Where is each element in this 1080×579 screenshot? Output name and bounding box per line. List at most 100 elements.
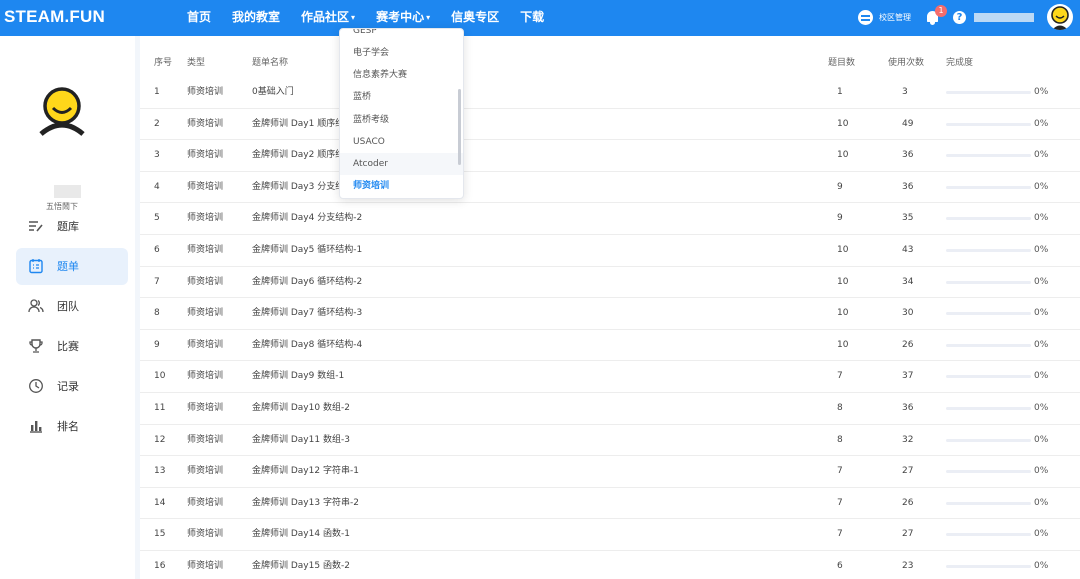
row-type: 师资培训: [187, 245, 224, 255]
table-row[interactable]: 5 师资培训 金牌师训 Day4 分支结构-2 9 35 0%: [140, 203, 1080, 235]
progress-bar: [946, 91, 1031, 94]
table-row[interactable]: 16 师资培训 金牌师训 Day15 函数-2 6 23 0%: [140, 551, 1080, 579]
row-uses: 26: [902, 497, 914, 508]
table-row[interactable]: 6 师资培训 金牌师训 Day5 循环结构-1 10 43 0%: [140, 235, 1080, 267]
row-name[interactable]: 金牌师训 Day9 数组-1: [252, 361, 344, 392]
dropdown-scrollbar[interactable]: [458, 89, 461, 165]
row-type: 师资培训: [187, 371, 224, 382]
row-uses: 36: [902, 403, 914, 413]
row-name[interactable]: 金牌师训 Day4 分支结构-2: [252, 203, 362, 234]
campus-manage-link[interactable]: 校区管理: [879, 12, 911, 23]
progress-bar: [946, 217, 1031, 221]
row-uses: 36: [902, 150, 914, 161]
nav-item-5[interactable]: 下载: [520, 0, 544, 36]
row-index: 13: [154, 466, 166, 477]
dropdown-item[interactable]: 师资培训: [340, 175, 463, 197]
table-row[interactable]: 11 师资培训 金牌师训 Day10 数组-2 8 36 0%: [140, 393, 1080, 425]
dropdown-item[interactable]: 电子学会: [340, 42, 463, 64]
table-row[interactable]: 8 师资培训 金牌师训 Day7 循环结构-3 10 30 0%: [140, 298, 1080, 330]
sidebar-item-label: 比赛: [57, 340, 79, 353]
sidebar-item-3[interactable]: 比赛: [16, 328, 128, 365]
progress-bar: [946, 154, 1031, 158]
row-name[interactable]: 金牌师训 Day10 数组-2: [252, 393, 350, 424]
row-count: 10: [837, 308, 849, 319]
table-row[interactable]: 13 师资培训 金牌师训 Day12 字符串-1 7 27 0%: [140, 456, 1080, 488]
row-uses: 26: [902, 339, 914, 350]
row-name[interactable]: 金牌师训 Day8 循环结构-4: [252, 330, 362, 361]
sidebar-item-5[interactable]: 排名: [16, 408, 128, 445]
row-name[interactable]: 金牌师训 Day15 函数-2: [252, 551, 350, 579]
progress-value: 0%: [1034, 434, 1049, 445]
sidebar-item-label: 题库: [57, 220, 79, 233]
table-header: 序号 类型 题单名称 题目数 使用次数 完成度: [140, 52, 1080, 74]
progress-value: 0%: [1034, 308, 1049, 319]
table-row[interactable]: 15 师资培训 金牌师训 Day14 函数-1 7 27 0%: [140, 519, 1080, 551]
table-row[interactable]: 1 师资培训 0基础入门 1 3 0%: [140, 77, 1080, 109]
row-name[interactable]: 0基础入门: [252, 77, 294, 108]
user-avatar[interactable]: [1047, 4, 1073, 30]
sidebar-item-1[interactable]: 题单: [16, 248, 128, 285]
row-count: 9: [837, 213, 843, 224]
table-row[interactable]: 4 师资培训 金牌师训 Day3 分支结构-1 9 36 0%: [140, 172, 1080, 204]
site-logo[interactable]: STEAM.FUN: [4, 7, 105, 27]
table-row[interactable]: 2 师资培训 金牌师训 Day1 顺序结构-1 10 49 0%: [140, 109, 1080, 141]
row-count: 7: [837, 371, 843, 382]
help-icon[interactable]: ?: [953, 11, 966, 24]
row-name[interactable]: 金牌师训 Day14 函数-1: [252, 519, 350, 550]
row-name[interactable]: 金牌师训 Day7 循环结构-3: [252, 298, 362, 329]
username-redacted[interactable]: [974, 13, 1034, 22]
row-type: 师资培训: [187, 403, 224, 413]
progress-bar: [946, 470, 1031, 474]
dropdown-item[interactable]: 蓝桥考级: [340, 109, 463, 131]
row-uses: 35: [902, 213, 914, 224]
row-type: 师资培训: [187, 150, 224, 161]
dropdown-item[interactable]: USACO: [340, 131, 463, 153]
table-row[interactable]: 9 师资培训 金牌师训 Day8 循环结构-4 10 26 0%: [140, 330, 1080, 362]
progress-bar: [946, 438, 1031, 442]
campus-manage-icon[interactable]: [858, 10, 873, 25]
table-row[interactable]: 7 师资培训 金牌师训 Day6 循环结构-2 10 34 0%: [140, 267, 1080, 299]
dropdown-item[interactable]: 信息素养大赛: [340, 64, 463, 86]
team-icon: [28, 298, 44, 314]
progress-value: 0%: [1034, 276, 1049, 287]
smiley-avatar-icon: [1051, 6, 1069, 30]
header-count: 题目数: [828, 58, 856, 68]
nav-item-0[interactable]: 首页: [187, 0, 211, 36]
row-index: 3: [154, 150, 160, 161]
progress-value: 0%: [1034, 245, 1049, 255]
row-type: 师资培训: [187, 118, 224, 129]
row-name[interactable]: 金牌师训 Day5 循环结构-1: [252, 235, 362, 266]
row-type: 师资培训: [187, 466, 224, 477]
dropdown-item[interactable]: Atcoder: [340, 153, 463, 175]
progress-bar: [946, 185, 1031, 189]
header-uses: 使用次数: [888, 58, 925, 68]
row-uses: 36: [902, 181, 914, 192]
progress-bar: [946, 375, 1031, 379]
row-name[interactable]: 金牌师训 Day13 字符串-2: [252, 488, 359, 519]
table-row[interactable]: 3 师资培训 金牌师训 Day2 顺序结构-2 10 36 0%: [140, 140, 1080, 172]
row-count: 10: [837, 276, 849, 287]
row-index: 15: [154, 529, 166, 540]
sidebar-item-4[interactable]: 记录: [16, 368, 128, 405]
sidebar-item-2[interactable]: 团队: [16, 288, 128, 325]
nav-item-1[interactable]: 我的教室: [232, 0, 280, 36]
row-name[interactable]: 金牌师训 Day11 数组-3: [252, 425, 350, 456]
bar-chart-icon: [28, 418, 44, 434]
row-count: 10: [837, 245, 849, 255]
row-index: 10: [154, 371, 166, 382]
sidebar-item-0[interactable]: 题库: [16, 208, 128, 245]
dropdown-item[interactable]: 蓝桥: [340, 86, 463, 108]
table-row[interactable]: 14 师资培训 金牌师训 Day13 字符串-2 7 26 0%: [140, 488, 1080, 520]
progress-value: 0%: [1034, 87, 1049, 97]
dropdown-item[interactable]: GESP: [340, 29, 463, 42]
table-row[interactable]: 12 师资培训 金牌师训 Day11 数组-3 8 32 0%: [140, 425, 1080, 457]
row-type: 师资培训: [187, 497, 224, 508]
table-row[interactable]: 10 师资培训 金牌师训 Day9 数组-1 7 37 0%: [140, 361, 1080, 393]
progress-bar: [946, 249, 1031, 252]
row-name[interactable]: 金牌师训 Day12 字符串-1: [252, 456, 359, 487]
progress-value: 0%: [1034, 497, 1049, 508]
calendar-list-icon: [28, 258, 44, 274]
row-name[interactable]: 金牌师训 Day6 循环结构-2: [252, 267, 362, 298]
progress-bar: [946, 343, 1031, 347]
row-type: 师资培训: [187, 308, 224, 319]
